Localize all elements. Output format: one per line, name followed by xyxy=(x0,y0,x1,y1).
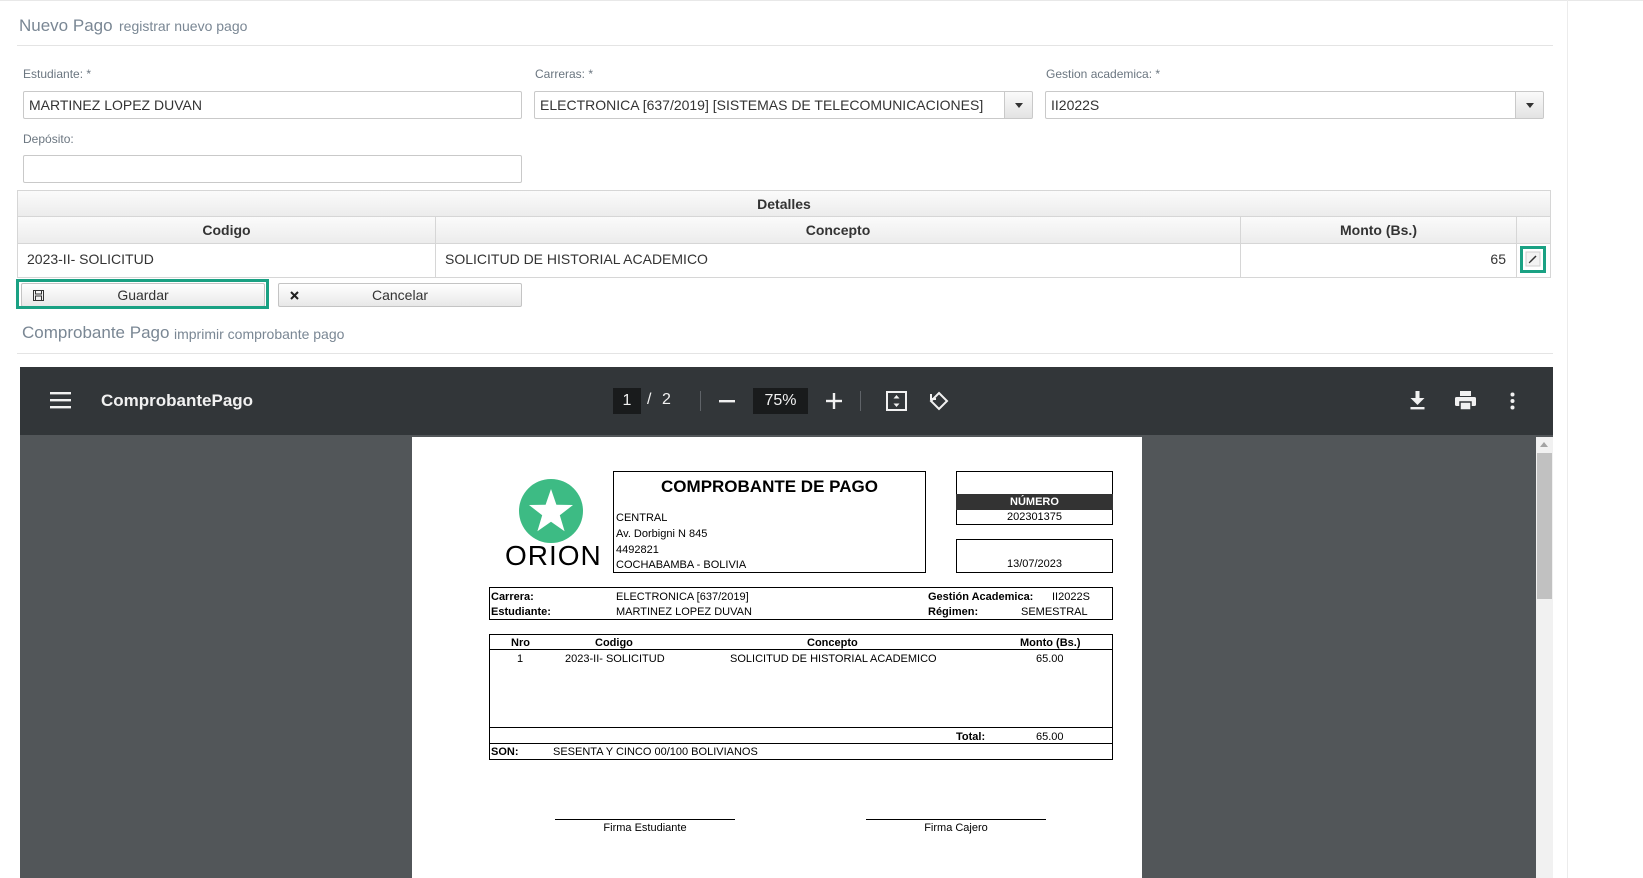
chevron-down-icon xyxy=(1525,102,1534,108)
deposito-field[interactable] xyxy=(23,155,522,183)
page-separator: / xyxy=(647,391,652,408)
receipt-heading: COMPROBANTE DE PAGO xyxy=(661,477,878,496)
office-name: CENTRAL xyxy=(616,512,668,524)
pdf-filename: ComprobantePago xyxy=(101,391,254,410)
firma-estudiante: Firma Estudiante xyxy=(603,822,687,834)
toolbar-divider xyxy=(700,391,701,411)
items-header-monto: Monto (Bs.) xyxy=(1020,637,1081,649)
estudiante-field[interactable]: MARTINEZ LOPEZ DUVAN xyxy=(23,91,522,119)
edit-icon xyxy=(1525,251,1541,267)
gestion-label: Gestion academica: * xyxy=(1046,67,1161,81)
save-button-highlight xyxy=(16,279,269,309)
comprobante-subtitle: imprimir comprobante pago xyxy=(174,326,345,342)
page-subtitle: registrar nuevo pago xyxy=(119,18,248,34)
pdf-viewer[interactable]: ComprobantePago 1 / 2 75% ORION COMPROBA… xyxy=(20,367,1553,878)
cancel-button-label: Cancelar xyxy=(371,287,429,303)
estudiante-label: Estudiante: * xyxy=(23,67,92,81)
regimen-label: Régimen: xyxy=(928,606,979,618)
cell-codigo: 2023-II- SOLICITUD xyxy=(18,244,436,277)
rotate-icon[interactable] xyxy=(928,390,950,412)
gestion-dropdown-button[interactable] xyxy=(1515,92,1543,118)
column-header-codigo[interactable]: Codigo xyxy=(18,217,436,244)
zoom-input[interactable]: 75% xyxy=(753,388,808,414)
gestion-select[interactable]: II2022S xyxy=(1045,91,1544,119)
item-codigo: 2023-II- SOLICITUD xyxy=(565,653,665,665)
menu-icon[interactable] xyxy=(50,391,71,409)
minus-icon[interactable] xyxy=(719,400,735,403)
detalles-title: Detalles xyxy=(18,191,1550,217)
column-header-monto[interactable]: Monto (Bs.) xyxy=(1241,217,1517,244)
star-icon xyxy=(519,479,583,543)
more-vert-icon[interactable] xyxy=(1510,392,1515,410)
pdf-toolbar: ComprobantePago 1 / 2 75% xyxy=(20,367,1553,435)
logo-text: ORION xyxy=(505,540,602,571)
plus-icon[interactable] xyxy=(826,393,842,409)
scroll-up-arrow[interactable] xyxy=(1540,442,1548,447)
fit-page-icon[interactable] xyxy=(886,391,907,411)
deposito-label: Depósito: xyxy=(23,132,74,146)
close-icon xyxy=(290,291,299,300)
office-city: COCHABAMBA - BOLIVIA xyxy=(616,559,747,571)
item-monto: 65.00 xyxy=(1036,653,1064,665)
firma-cajero: Firma Cajero xyxy=(924,822,988,834)
gestion-value: II2022S xyxy=(1052,591,1090,603)
scroll-thumb[interactable] xyxy=(1537,453,1552,599)
gestion-label: Gestión Academica: xyxy=(928,591,1034,603)
carrera-value: ELECTRONICA [637/2019] xyxy=(616,591,749,603)
signature-line xyxy=(555,819,735,820)
son-label: SON: xyxy=(491,746,519,758)
print-icon[interactable] xyxy=(1455,391,1476,411)
toolbar-divider xyxy=(860,391,861,411)
carreras-label: Carreras: * xyxy=(535,67,594,81)
chevron-down-icon xyxy=(1014,102,1023,108)
item-concepto: SOLICITUD DE HISTORIAL ACADEMICO xyxy=(730,653,937,665)
estudiante-label: Estudiante: xyxy=(491,606,551,618)
pdf-page: ORION COMPROBANTE DE PAGO CENTRAL Av. Do… xyxy=(412,437,1142,878)
page-number-input[interactable]: 1 xyxy=(613,388,641,414)
receipt-date: 13/07/2023 xyxy=(1006,558,1063,570)
column-header-concepto[interactable]: Concepto xyxy=(436,217,1241,244)
download-icon[interactable] xyxy=(1410,391,1425,410)
items-header-nro: Nro xyxy=(511,637,530,649)
numero-label: NÚMERO xyxy=(956,494,1113,510)
carrera-label: Carrera: xyxy=(491,591,534,603)
total-label: Total: xyxy=(956,731,986,743)
page-total: 2 xyxy=(662,391,671,408)
item-nro: 1 xyxy=(517,653,524,665)
carreras-dropdown-button[interactable] xyxy=(1004,92,1032,118)
pdf-scrollbar[interactable] xyxy=(1536,437,1553,878)
estudiante-value: MARTINEZ LOPEZ DUVAN xyxy=(616,606,752,618)
total-value: 65.00 xyxy=(1036,731,1064,743)
comprobante-title: Comprobante Pago xyxy=(22,323,170,342)
gestion-value: II2022S xyxy=(1051,97,1100,113)
cell-monto: 65 xyxy=(1241,244,1517,277)
carreras-select[interactable]: ELECTRONICA [637/2019] [SISTEMAS DE TELE… xyxy=(534,91,1033,119)
office-phone: 4492821 xyxy=(616,544,659,556)
cancel-button[interactable]: Cancelar xyxy=(278,283,522,307)
cell-concepto: SOLICITUD DE HISTORIAL ACADEMICO xyxy=(436,244,1241,277)
numero-value: 202301375 xyxy=(1006,511,1063,523)
items-header-concepto: Concepto xyxy=(807,637,858,649)
regimen-value: SEMESTRAL xyxy=(1021,606,1088,618)
signature-line xyxy=(866,819,1046,820)
page-title: Nuevo Pago xyxy=(19,16,113,35)
items-header-codigo: Codigo xyxy=(595,637,633,649)
edit-row-button[interactable] xyxy=(1520,246,1546,273)
carreras-value: ELECTRONICA [637/2019] [SISTEMAS DE TELE… xyxy=(540,97,984,113)
column-header-actions xyxy=(1517,217,1550,244)
office-address: Av. Dorbigni N 845 xyxy=(616,528,708,540)
son-value: SESENTA Y CINCO 00/100 BOLIVIANOS xyxy=(553,746,758,758)
